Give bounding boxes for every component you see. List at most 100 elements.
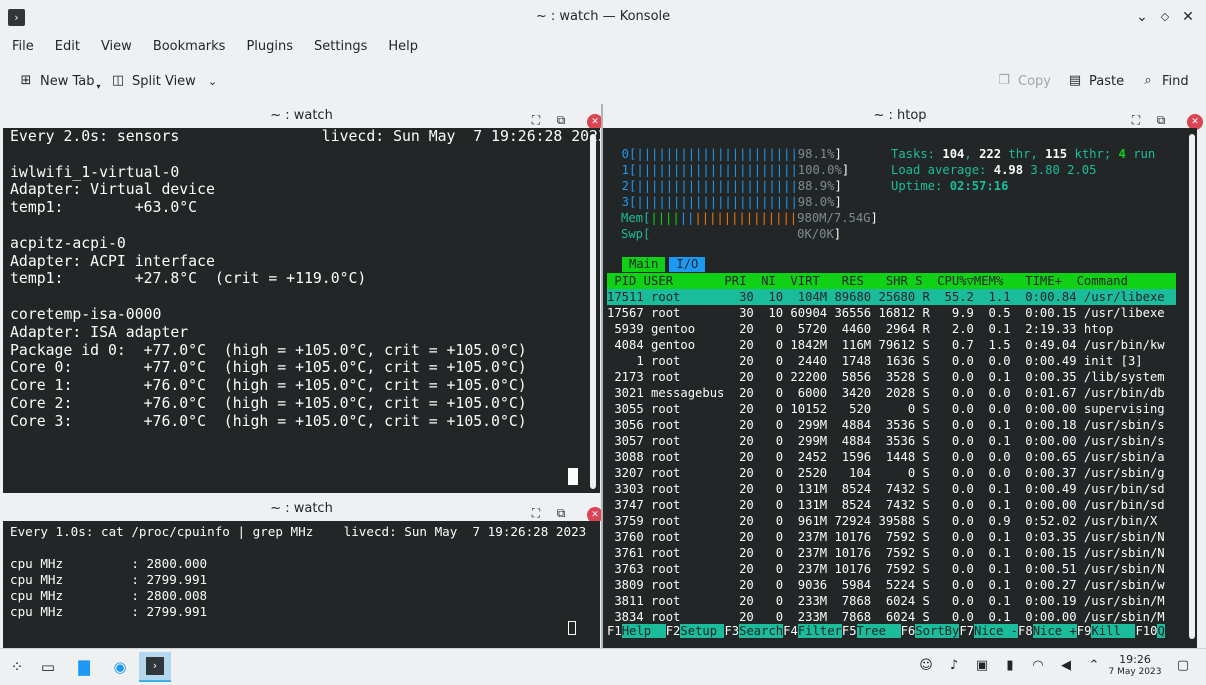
table-row[interactable]: 3055 root 20 0 10152 520 0 S 0.0 0.0 0:0… <box>607 401 1176 417</box>
cpu-meter-0: 0[||||||||||||||||||||||98.1%] <box>607 147 842 161</box>
function-key: F4 <box>783 624 798 638</box>
menu-help[interactable]: Help <box>388 39 418 54</box>
function-key-label[interactable]: Nice - <box>974 624 1019 638</box>
uptime: Uptime: 02:57:16 <box>891 178 1008 194</box>
copy-button[interactable]: ❐ Copy <box>996 71 1051 91</box>
cpu-percent: 88.9% <box>797 179 835 193</box>
load-15: 2.05 <box>1059 163 1097 177</box>
minimize-button[interactable]: ⌄ <box>1132 7 1152 27</box>
menu-settings[interactable]: Settings <box>314 39 367 54</box>
table-row[interactable]: 3207 root 20 0 2520 104 0 S 0.0 0.0 0:00… <box>607 465 1176 481</box>
function-key-label[interactable]: Q <box>1157 624 1165 638</box>
menu-plugins[interactable]: Plugins <box>246 39 293 54</box>
function-key-label[interactable]: Kill <box>1091 624 1136 638</box>
function-key: F5 <box>841 624 857 638</box>
show-desktop-icon[interactable]: ▢ <box>1174 657 1192 675</box>
table-row[interactable]: 3088 root 20 0 2452 1596 1448 S 0.0 0.0 … <box>607 449 1176 465</box>
detach-pane-icon[interactable]: ⧉ <box>1153 112 1169 128</box>
copy-label: Copy <box>1018 73 1051 89</box>
table-row[interactable]: 3811 root 20 0 233M 7868 6024 S 0.0 0.1 … <box>607 593 1176 609</box>
table-row[interactable]: 3056 root 20 0 299M 4884 3536 S 0.0 0.1 … <box>607 417 1176 433</box>
table-row[interactable]: 3809 root 20 0 9036 5984 5224 S 0.0 0.1 … <box>607 577 1176 593</box>
terminal-htop[interactable]: 0[||||||||||||||||||||||98.1%] 1[|||||||… <box>603 128 1197 648</box>
paste-button[interactable]: ▤ Paste <box>1067 71 1124 91</box>
function-key-label[interactable]: SortBy <box>915 624 960 638</box>
volume-icon[interactable]: ◀ <box>1057 657 1075 675</box>
function-key-label[interactable]: Search <box>739 624 784 638</box>
battery-icon[interactable]: ▮ <box>1001 657 1019 675</box>
dropdown-arrow-icon: ▾ <box>96 81 101 91</box>
swp-value: 0K/0K <box>797 227 834 241</box>
chevron-down-icon[interactable]: ⌄ <box>208 75 217 88</box>
chevron-up-icon[interactable]: ⌃ <box>1085 657 1103 675</box>
function-key-label[interactable]: Filter <box>797 624 842 638</box>
menu-view[interactable]: View <box>101 39 132 54</box>
tab-io[interactable]: I/O <box>669 257 706 272</box>
menu-file[interactable]: File <box>12 39 34 54</box>
cpu-percent: 98.1% <box>797 147 835 161</box>
browser-icon[interactable]: ◉ <box>108 655 132 679</box>
table-row[interactable]: 3763 root 20 0 237M 10176 7592 S 0.0 0.1… <box>607 561 1176 577</box>
table-row[interactable]: 17511 root 30 10 104M 89680 25680 R 55.2… <box>607 289 1176 305</box>
function-key: F2 <box>665 624 681 638</box>
table-row[interactable]: 2173 root 20 0 22200 5856 3528 S 0.0 0.1… <box>607 369 1176 385</box>
pane-header-bottom-left: ~ : watch ⛶ ⧉ ✕ <box>3 497 603 523</box>
terminal-sensors[interactable]: Every 2.0s: sensors livecd: Sun May 7 19… <box>3 128 600 493</box>
clock[interactable]: 19:26 7 May 2023 <box>1108 654 1162 678</box>
konsole-task-icon[interactable]: › <box>139 652 171 682</box>
close-pane-icon[interactable]: ✕ <box>1178 112 1203 130</box>
menu-bookmarks[interactable]: Bookmarks <box>153 39 226 54</box>
text-cursor <box>568 468 578 485</box>
table-row[interactable]: 3759 root 20 0 961M 72924 39588 S 0.0 0.… <box>607 513 1176 529</box>
taskbar: ⁘ ▭ ▇ ◉ › ☺ ♪ ▣ ▮ ◠ ◀ ⌃ 19:26 7 May 2023… <box>0 648 1206 685</box>
table-row[interactable]: 3303 root 20 0 131M 8524 7432 S 0.0 0.1 … <box>607 481 1176 497</box>
copy-icon: ❐ <box>998 73 1010 88</box>
maximize-button[interactable]: ◇ <box>1155 7 1175 27</box>
find-button[interactable]: ⌕ Find <box>1140 71 1189 91</box>
detach-pane-icon[interactable]: ⧉ <box>553 505 569 521</box>
file-manager-icon[interactable]: ▇ <box>72 655 96 679</box>
cpu-label: 3[ <box>607 195 637 209</box>
display-icon[interactable]: ▣ <box>973 657 991 675</box>
maximize-pane-icon[interactable]: ⛶ <box>528 505 544 521</box>
table-row[interactable]: 17567 root 30 10 60904 36556 16812 R 9.9… <box>607 305 1176 321</box>
threads-label: thr, <box>1001 147 1046 161</box>
table-row[interactable]: 4084 gentoo 20 0 1842M 116M 79612 S 0.7 … <box>607 337 1176 353</box>
function-key-label[interactable]: Setup <box>680 624 725 638</box>
table-row[interactable]: 3021 messagebus 20 0 6000 3420 2028 S 0.… <box>607 385 1176 401</box>
split-view-button[interactable]: ◫ Split View ⌄ <box>110 71 217 91</box>
process-table-header[interactable]: PID USER PRI NI VIRT RES SHR S CPU%▽MEM%… <box>607 273 1176 289</box>
function-key-label[interactable]: Help <box>621 624 666 638</box>
pane-title: ~ : htop <box>873 108 927 123</box>
cpu-percent: 100.0% <box>797 163 842 177</box>
table-row[interactable]: 3057 root 20 0 299M 4884 3536 S 0.0 0.1 … <box>607 433 1176 449</box>
table-row[interactable]: 3761 root 20 0 237M 10176 7592 S 0.0 0.1… <box>607 545 1176 561</box>
close-pane-icon[interactable]: ✕ <box>578 505 603 523</box>
terminal-cpuinfo[interactable]: Every 1.0s: cat /proc/cpuinfo | grep MHz… <box>3 521 600 648</box>
scrollbar[interactable] <box>1189 134 1195 639</box>
user-icon[interactable]: ☺ <box>917 657 935 675</box>
find-label: Find <box>1162 73 1189 89</box>
close-window-button[interactable]: ✕ <box>1178 7 1198 27</box>
new-tab-button[interactable]: ⊞ New Tab ▾ <box>18 71 101 91</box>
table-row[interactable]: 3747 root 20 0 131M 8524 7432 S 0.0 0.1 … <box>607 497 1176 513</box>
scrollbar[interactable] <box>590 134 596 489</box>
table-row[interactable]: 1 root 20 0 2440 1748 1636 S 0.0 0.0 0:0… <box>607 353 1176 369</box>
wifi-icon[interactable]: ◠ <box>1029 657 1047 675</box>
audio-icon[interactable]: ♪ <box>945 657 963 675</box>
table-row[interactable]: 5939 gentoo 20 0 5720 4460 2964 R 2.0 0.… <box>607 321 1176 337</box>
toolbar: ⊞ New Tab ▾ ◫ Split View ⌄ ❐ Copy ▤ Paste ⌕ Fin… <box>0 62 1206 100</box>
app-launcher-icon[interactable]: ⁘ <box>5 655 29 679</box>
cpu-percent: 98.0% <box>797 195 835 209</box>
tab-main[interactable]: Main <box>622 257 666 272</box>
menu-edit[interactable]: Edit <box>55 39 80 54</box>
system-settings-icon[interactable]: ▭ <box>36 655 60 679</box>
maximize-pane-icon[interactable]: ⛶ <box>528 112 544 128</box>
detach-pane-icon[interactable]: ⧉ <box>553 112 569 128</box>
split-view-label: Split View <box>132 73 196 89</box>
function-key-label[interactable]: Nice + <box>1032 624 1077 638</box>
maximize-pane-icon[interactable]: ⛶ <box>1128 112 1144 128</box>
close-pane-icon[interactable]: ✕ <box>578 112 603 130</box>
table-row[interactable]: 3760 root 20 0 237M 10176 7592 S 0.0 0.1… <box>607 529 1176 545</box>
function-key-label[interactable]: Tree <box>856 624 901 638</box>
